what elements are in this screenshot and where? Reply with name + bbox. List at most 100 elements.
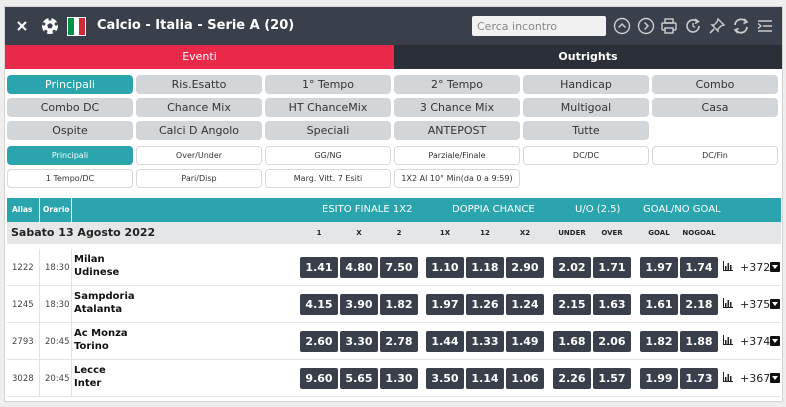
odds-button[interactable]: 1.33 [466, 331, 504, 352]
odds-button[interactable]: 1.57 [593, 368, 631, 389]
expand-dropdown-icon[interactable] [770, 336, 780, 346]
odds-button[interactable]: 5.65 [340, 368, 378, 389]
odds-button[interactable]: 1.49 [506, 331, 544, 352]
print-icon[interactable] [659, 16, 679, 36]
market-button[interactable]: 2° Tempo [394, 75, 520, 94]
market-button[interactable]: 1° Tempo [265, 75, 391, 94]
odds-button[interactable]: 1.44 [426, 331, 464, 352]
market-button[interactable]: Ospite [7, 121, 133, 140]
odds-button[interactable]: 1.71 [593, 257, 631, 278]
expand-dropdown-icon[interactable] [770, 373, 780, 383]
odds-button[interactable]: 1.18 [466, 257, 504, 278]
odds-button[interactable]: 1.06 [506, 368, 544, 389]
sub-market-button[interactable]: 1 Tempo/DC [7, 169, 133, 188]
sub-market-button[interactable]: DC/DC [523, 146, 649, 165]
chevron-up-icon[interactable] [612, 16, 632, 36]
odds-button[interactable]: 2.18 [680, 294, 718, 315]
sub-market-button[interactable]: DC/Fin [652, 146, 778, 165]
divider [39, 198, 40, 222]
market-button[interactable]: Chance Mix [136, 98, 262, 117]
chevron-right-icon[interactable] [636, 16, 656, 36]
match-teams[interactable]: Lecce Inter [74, 364, 106, 390]
expand-dropdown-icon[interactable] [770, 262, 780, 272]
sub-market-button[interactable]: Principali [7, 146, 133, 165]
odds-button[interactable]: 4.80 [340, 257, 378, 278]
refresh-clock-icon[interactable] [683, 16, 703, 36]
away-team: Torino [74, 341, 109, 352]
collapse-menu-icon[interactable] [755, 16, 775, 36]
market-button[interactable]: HT ChanceMix [265, 98, 391, 117]
odds-button[interactable]: 1.14 [466, 368, 504, 389]
odds-button[interactable]: 1.99 [640, 368, 678, 389]
odds-button[interactable]: 2.15 [553, 294, 591, 315]
market-button[interactable]: Principali [7, 75, 133, 94]
market-button[interactable]: Speciali [265, 121, 391, 140]
odds-button[interactable]: 1.73 [680, 368, 718, 389]
expand-dropdown-icon[interactable] [770, 299, 780, 309]
odds-button[interactable]: 1.10 [426, 257, 464, 278]
market-button[interactable]: Casa [652, 98, 778, 117]
odds-button[interactable]: 1.26 [466, 294, 504, 315]
odds-button[interactable]: 3.30 [340, 331, 378, 352]
odds-button[interactable]: 2.26 [553, 368, 591, 389]
sub-market-button[interactable]: Pari/Disp [136, 169, 262, 188]
sub-market-button[interactable]: 1X2 Al 10° Min(da 0 a 9:59) [394, 169, 520, 188]
odds-button[interactable]: 2.90 [506, 257, 544, 278]
sub-market-button[interactable]: GG/NG [265, 146, 391, 165]
match-teams[interactable]: Ac Monza Torino [74, 327, 128, 353]
odds-button[interactable]: 1.82 [640, 331, 678, 352]
tab-outrights[interactable]: Outrights [394, 45, 782, 69]
odds-button[interactable]: 3.90 [340, 294, 378, 315]
more-markets-count[interactable]: +374 [740, 323, 770, 360]
sub-market-button[interactable]: Parziale/Finale [394, 146, 520, 165]
market-button[interactable]: Combo DC [7, 98, 133, 117]
odds-button[interactable]: 2.02 [553, 257, 591, 278]
odds-button[interactable]: 1.68 [553, 331, 591, 352]
close-icon[interactable] [13, 7, 31, 45]
odds-subheader: UNDER [558, 229, 586, 237]
match-teams[interactable]: Milan Udinese [74, 253, 119, 279]
search-input[interactable] [472, 16, 606, 36]
stats-chart-icon[interactable] [723, 298, 733, 308]
odds-button[interactable]: 4.15 [300, 294, 338, 315]
tab-eventi[interactable]: Eventi [5, 45, 394, 69]
odds-button[interactable]: 2.06 [593, 331, 631, 352]
more-markets-count[interactable]: +367 [740, 360, 770, 397]
market-button[interactable]: Ris.Esatto [136, 75, 262, 94]
market-button[interactable]: Tutte [523, 121, 649, 140]
refresh-icon[interactable] [731, 16, 751, 36]
odds-button[interactable]: 2.78 [380, 331, 418, 352]
odds-button[interactable]: 1.61 [640, 294, 678, 315]
odds-button[interactable]: 1.97 [426, 294, 464, 315]
market-button[interactable]: Handicap [523, 75, 649, 94]
odds-button[interactable]: 1.74 [680, 257, 718, 278]
stats-chart-icon[interactable] [723, 335, 733, 345]
market-button[interactable]: Combo [652, 75, 778, 94]
pin-icon[interactable] [707, 16, 727, 36]
odds-button[interactable]: 1.41 [300, 257, 338, 278]
odds-button[interactable]: 1.82 [380, 294, 418, 315]
odds-button[interactable]: 1.97 [640, 257, 678, 278]
odds-button[interactable]: 2.60 [300, 331, 338, 352]
odds-button[interactable]: 9.60 [300, 368, 338, 389]
odds-button[interactable]: 7.50 [380, 257, 418, 278]
stats-chart-icon[interactable] [723, 261, 733, 271]
odds-button[interactable]: 3.50 [426, 368, 464, 389]
match-teams[interactable]: Sampdoria Atalanta [74, 290, 135, 316]
odds-button[interactable]: 1.88 [680, 331, 718, 352]
market-button[interactable]: Multigoal [523, 98, 649, 117]
odds-button[interactable]: 1.63 [593, 294, 631, 315]
odds-button[interactable]: 1.30 [380, 368, 418, 389]
market-button[interactable]: 3 Chance Mix [394, 98, 520, 117]
market-button[interactable]: ANTEPOST [394, 121, 520, 140]
odds-button[interactable]: 1.24 [506, 294, 544, 315]
date-row: Sabato 13 Agosto 2022 1 X 2 1X 12 X2 UNDER OVER… [7, 222, 781, 244]
market-button[interactable]: Calci D Angolo [136, 121, 262, 140]
divider [71, 286, 72, 323]
odds-subheader: 12 [480, 229, 490, 237]
sub-market-button[interactable]: Over/Under [136, 146, 262, 165]
more-markets-count[interactable]: +372 [740, 249, 770, 286]
stats-chart-icon[interactable] [723, 372, 733, 382]
more-markets-count[interactable]: +375 [740, 286, 770, 323]
sub-market-button[interactable]: Marg. Vitt. 7 Esiti [265, 169, 391, 188]
